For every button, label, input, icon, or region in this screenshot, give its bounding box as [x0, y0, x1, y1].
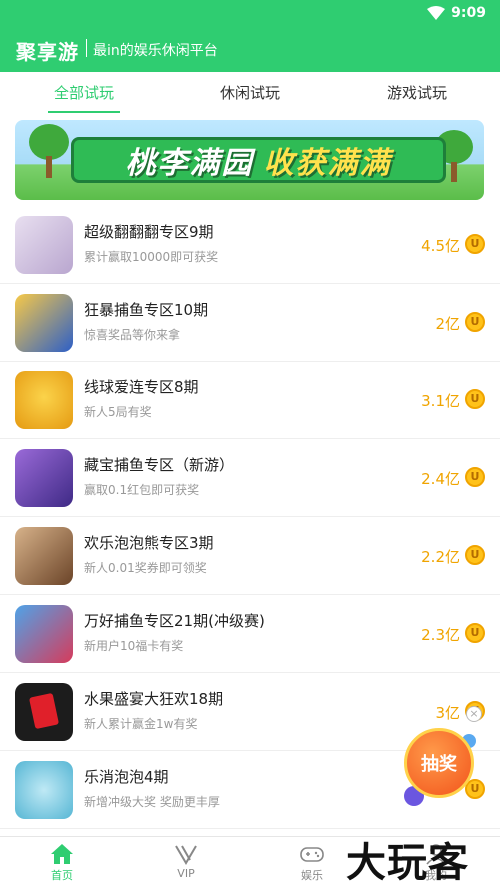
fish-hunter-icon: [15, 605, 73, 663]
game-title: 狂暴捕鱼专区10期: [84, 301, 209, 319]
game-subtitle: 赢取0.1红包即可获奖: [84, 483, 200, 497]
tab-game-trials[interactable]: 游戏试玩: [357, 82, 477, 103]
banner-title-part2: 收获满满: [263, 146, 392, 181]
home-icon: [51, 844, 73, 864]
nav-home-label: 首页: [51, 869, 73, 882]
nav-home[interactable]: 首页: [22, 841, 102, 883]
game-subtitle: 惊喜奖品等你来拿: [84, 328, 181, 342]
game-title: 超级翻翻翻专区9期: [84, 223, 214, 241]
game-title: 乐消泡泡4期: [84, 768, 169, 786]
game-subtitle: 新人0.01奖券即可领奖: [84, 561, 207, 575]
reward-amount: 3亿: [435, 704, 460, 722]
reward-amount: 2.2亿: [421, 548, 460, 566]
coin-icon: U: [465, 623, 485, 643]
category-tabs: 全部试玩 休闲试玩 游戏试玩: [0, 72, 500, 114]
treasure-warrior-icon: [15, 449, 73, 507]
tab-casual-trials[interactable]: 休闲试玩: [190, 82, 310, 103]
game-row[interactable]: 欢乐泡泡熊专区3期 新人0.01奖券即可领奖 2.2亿 U: [0, 518, 500, 595]
reward-amount: 4.5亿: [421, 237, 460, 255]
coin-icon: U: [465, 312, 485, 332]
vip-icon: [175, 845, 197, 865]
lottery-close-button[interactable]: ×: [466, 706, 482, 722]
brand-name: 聚享游: [16, 40, 79, 64]
gamepad-icon: [300, 847, 324, 862]
tree-decoration: [29, 124, 69, 160]
game-title: 藏宝捕鱼专区（新游）: [84, 456, 235, 474]
status-time: 9:09: [451, 5, 486, 21]
tree-trunk: [46, 156, 52, 178]
game-title: 水果盛宴大狂欢18期: [84, 690, 224, 708]
tab-active-indicator: [48, 111, 120, 113]
yellow-cat-icon: [15, 371, 73, 429]
wifi-icon: [427, 6, 445, 20]
bubble-bear-icon: [15, 527, 73, 585]
game-row[interactable]: 藏宝捕鱼专区（新游） 赢取0.1红包即可获奖 2.4亿 U: [0, 440, 500, 517]
watermark: 大玩客: [346, 840, 469, 886]
app-header: 9:09 聚享游 最in的娱乐休闲平台: [0, 0, 500, 72]
nav-entertainment-label: 娱乐: [301, 869, 323, 882]
tab-all-trials[interactable]: 全部试玩: [24, 82, 144, 103]
brand-slogan: 最in的娱乐休闲平台: [93, 43, 218, 59]
reward-amount: 3.1亿: [421, 392, 460, 410]
game-row[interactable]: 超级翻翻翻专区9期 累计赢取10000即可获奖 4.5亿 U: [0, 207, 500, 284]
red-envelope-icon: [15, 683, 73, 741]
shark-fish-icon: [15, 294, 73, 352]
game-row[interactable]: 万好捕鱼专区21期(冲级赛) 新用户10福卡有奖 2.3亿 U: [0, 596, 500, 673]
game-title: 欢乐泡泡熊专区3期: [84, 534, 214, 552]
coin-icon: U: [465, 545, 485, 565]
lottery-button[interactable]: 抽奖: [404, 728, 474, 798]
coin-icon: U: [465, 234, 485, 254]
reward-amount: 2.3亿: [421, 626, 460, 644]
coin-icon: U: [465, 467, 485, 487]
promo-banner[interactable]: 桃李满园 收获满满: [15, 120, 484, 200]
coin-icon: U: [465, 389, 485, 409]
banner-title: 桃李满园 收获满满: [71, 137, 446, 183]
reward-amount: 2.4亿: [421, 470, 460, 488]
game-title: 万好捕鱼专区21期(冲级赛): [84, 612, 265, 630]
nav-vip-label: VIP: [177, 867, 195, 880]
status-bar: 9:09: [0, 0, 500, 26]
game-title: 线球爱连专区8期: [84, 378, 199, 396]
game-subtitle: 新增冲级大奖 奖励更丰厚: [84, 795, 220, 809]
banner-title-part1: 桃李满园: [125, 146, 254, 181]
game-subtitle: 新人5局有奖: [84, 405, 152, 419]
nav-vip[interactable]: VIP: [146, 841, 226, 880]
nav-entertainment[interactable]: 娱乐: [272, 841, 352, 883]
game-row[interactable]: 线球爱连专区8期 新人5局有奖 3.1亿 U: [0, 362, 500, 439]
game-subtitle: 新人累计赢金1w有奖: [84, 717, 198, 731]
fantasy-girl-icon: [15, 216, 73, 274]
bubble-cat-icon: [15, 761, 73, 819]
game-subtitle: 累计赢取10000即可获奖: [84, 250, 219, 264]
reward-amount: 2亿: [435, 315, 460, 333]
tree-trunk: [451, 162, 457, 182]
brand-divider: [86, 39, 87, 57]
game-row[interactable]: 狂暴捕鱼专区10期 惊喜奖品等你来拿 2亿 U: [0, 285, 500, 362]
game-subtitle: 新用户10福卡有奖: [84, 639, 184, 653]
